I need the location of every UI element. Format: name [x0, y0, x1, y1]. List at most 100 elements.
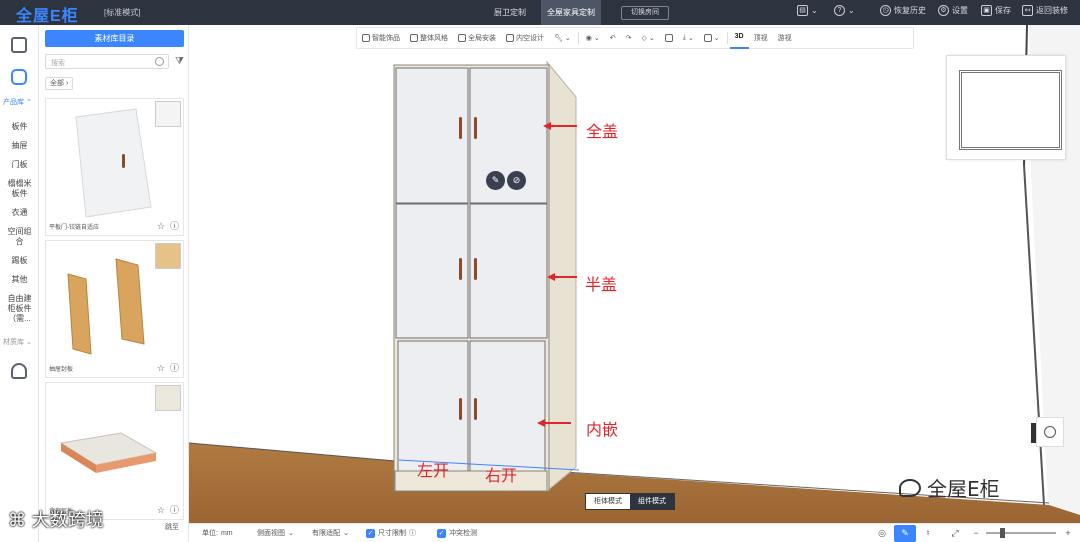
global-install-button[interactable]: 全局安装: [453, 33, 501, 43]
cabinet-mode-tab[interactable]: 柜体模式: [586, 494, 630, 509]
cube-icon[interactable]: [11, 37, 27, 53]
side-view-toggle[interactable]: 侧面视图 ⌄: [257, 528, 294, 538]
card-thumbnail: [155, 101, 181, 127]
rail-item-board[interactable]: 板件: [4, 122, 35, 132]
switch-room-button[interactable]: 切换房间: [621, 6, 669, 20]
annotation-left-open: 左开: [417, 461, 450, 480]
zoom-slider-handle[interactable]: [1000, 528, 1005, 538]
search-icon[interactable]: [155, 57, 164, 66]
camera-icon[interactable]: ◎: [871, 525, 893, 542]
visibility-menu[interactable]: ◉ ⌄: [581, 34, 605, 42]
undo-button[interactable]: ↶: [605, 34, 621, 42]
unit-display[interactable]: 单位: mm: [202, 528, 233, 538]
view-top-tab[interactable]: 顶视: [749, 33, 773, 43]
eraser-menu[interactable]: ◇ ⌄: [637, 34, 660, 42]
card-name: 平板门-铰链自适应: [49, 225, 99, 231]
left-rail: 产品库 ⌃ 板件 抽屉 门板 榻榻米板件 衣通 空间组合 踢板 其他 自由建柜板…: [0, 25, 39, 542]
interior-design-button[interactable]: 内空设计: [501, 33, 549, 43]
collision-detect-checkbox[interactable]: ✓ 冲突检测: [437, 528, 477, 538]
dimension-limit-checkbox[interactable]: ✓ 尺寸限制 ⓘ: [366, 528, 416, 538]
brush-icon[interactable]: ✎: [894, 525, 916, 542]
search-placeholder: 搜索: [51, 60, 65, 67]
checklist-menu[interactable]: ⌄: [699, 34, 725, 42]
fullscreen-icon[interactable]: ⤢: [944, 525, 966, 542]
jump-to-label[interactable]: 跳至: [165, 522, 179, 532]
mode-label: [标准模式]: [104, 8, 141, 17]
unit-value: mm: [220, 529, 233, 537]
overall-style-button[interactable]: 整体风格: [405, 33, 453, 43]
material-library-header[interactable]: 材质库 ⌄: [3, 337, 32, 347]
mic-icon[interactable]: ♮: [917, 525, 939, 542]
tab-whole-house[interactable]: 全屋家具定制: [541, 0, 601, 25]
catalog-button[interactable]: 素材库目录: [45, 30, 184, 47]
product-library-icon[interactable]: [11, 69, 27, 85]
redo-icon: ↷: [625, 35, 632, 42]
material-library-label: 材质库: [3, 339, 24, 346]
restore-history-label: 恢复历史: [894, 6, 926, 15]
zoom-in-icon[interactable]: +: [1057, 525, 1079, 542]
rail-item-tatami[interactable]: 榻榻米板件: [4, 179, 35, 199]
rail-item-hanger[interactable]: 衣通: [4, 208, 35, 218]
user-icon[interactable]: [11, 363, 27, 379]
restore-history-button[interactable]: ◷ 恢复历史: [880, 5, 926, 16]
save-label: 保存: [995, 6, 1011, 15]
download-menu[interactable]: ⤓ ⌄: [678, 34, 699, 42]
info-icon[interactable]: ⓘ: [170, 361, 179, 374]
star-icon[interactable]: ☆: [157, 363, 165, 374]
card-thumbnail: [155, 385, 181, 411]
edit-icon[interactable]: ✎: [486, 171, 505, 190]
info-icon[interactable]: ⓘ: [170, 503, 179, 516]
chevron-down-icon: ⌄: [811, 6, 818, 15]
annotation-inset: 内嵌: [586, 420, 619, 439]
info-icon[interactable]: ⓘ: [170, 219, 179, 232]
filter-icon[interactable]: ⧩: [175, 56, 184, 67]
help-icon[interactable]: ⓘ: [409, 528, 416, 538]
tab-kitchen-bath[interactable]: 厨卫定制: [484, 0, 536, 25]
save-button[interactable]: ▣ 保存: [981, 5, 1011, 16]
smart-decor-button[interactable]: 智能饰品: [357, 33, 405, 43]
annotation-half-overlay: 半盖: [585, 275, 618, 294]
chevron-down-icon: ⌄: [343, 530, 349, 537]
export-icon: ▤: [797, 5, 808, 16]
copy-button[interactable]: [660, 34, 678, 42]
material-card[interactable]: 平板门-铰链自适应 ☆ ⓘ: [45, 98, 184, 236]
star-icon[interactable]: ☆: [157, 505, 165, 516]
app-logo: 全屋E柜: [16, 8, 79, 25]
material-card[interactable]: 背部层板 ☆ ⓘ: [45, 382, 184, 520]
export-menu[interactable]: ▤ ⌄: [797, 5, 818, 16]
search-input[interactable]: 搜索: [45, 54, 169, 69]
settings-button[interactable]: ⚙ 设置: [938, 5, 968, 16]
auto-fit-toggle[interactable]: 有限适配 ⌄: [312, 528, 349, 538]
rail-item-door[interactable]: 门板: [4, 160, 35, 170]
redo-button[interactable]: ↷: [621, 34, 637, 42]
rail-item-free-build[interactable]: 自由建柜板件（需...: [4, 294, 35, 324]
wrench-icon: 🔧︎: [554, 35, 563, 42]
view-walk-tab[interactable]: 游视: [773, 33, 797, 43]
component-mode-tab[interactable]: 组件模式: [630, 494, 674, 509]
zoom-to-fit-button[interactable]: [1036, 417, 1064, 447]
annotation-full-overlay: 全盖: [586, 122, 619, 141]
minimap[interactable]: [946, 55, 1066, 160]
zoom-slider[interactable]: [986, 528, 1056, 538]
zoom-out-icon[interactable]: −: [965, 525, 987, 542]
product-library-header[interactable]: 产品库 ⌃: [3, 97, 32, 107]
material-card[interactable]: 抽屉封板 ☆ ⓘ: [45, 240, 184, 378]
rail-item-drawer[interactable]: 抽屉: [4, 141, 35, 151]
rail-item-kickboard[interactable]: 踢板: [4, 256, 35, 266]
rail-item-other[interactable]: 其他: [4, 275, 35, 285]
interior-design-label: 内空设计: [516, 35, 544, 42]
checklist-icon: [703, 34, 712, 42]
help-menu[interactable]: ? ⌄: [834, 5, 855, 16]
tools-menu[interactable]: 🔧︎ ⌄: [549, 34, 576, 42]
download-icon: ⤓: [682, 34, 686, 41]
return-button[interactable]: ↤ 返回装修: [1022, 5, 1068, 16]
decor-icon: [362, 34, 370, 42]
category-crumb[interactable]: 全部 ›: [45, 77, 74, 90]
star-icon[interactable]: ☆: [157, 221, 165, 232]
mode-switch: 柜体模式 组件模式: [585, 493, 675, 510]
divider: [726, 32, 728, 44]
view-3d-tab[interactable]: 3D: [729, 27, 749, 49]
3d-viewport[interactable]: 智能饰品 整体风格 全局安装 内空设计 🔧︎ ⌄ ◉ ⌄ ↶ ↷ ◇ ⌄ ⤓ ⌄ ⌄ 3…: [189, 25, 1080, 523]
rail-item-space-combo[interactable]: 空间组合: [4, 227, 35, 247]
hide-icon[interactable]: ⊘: [507, 171, 526, 190]
